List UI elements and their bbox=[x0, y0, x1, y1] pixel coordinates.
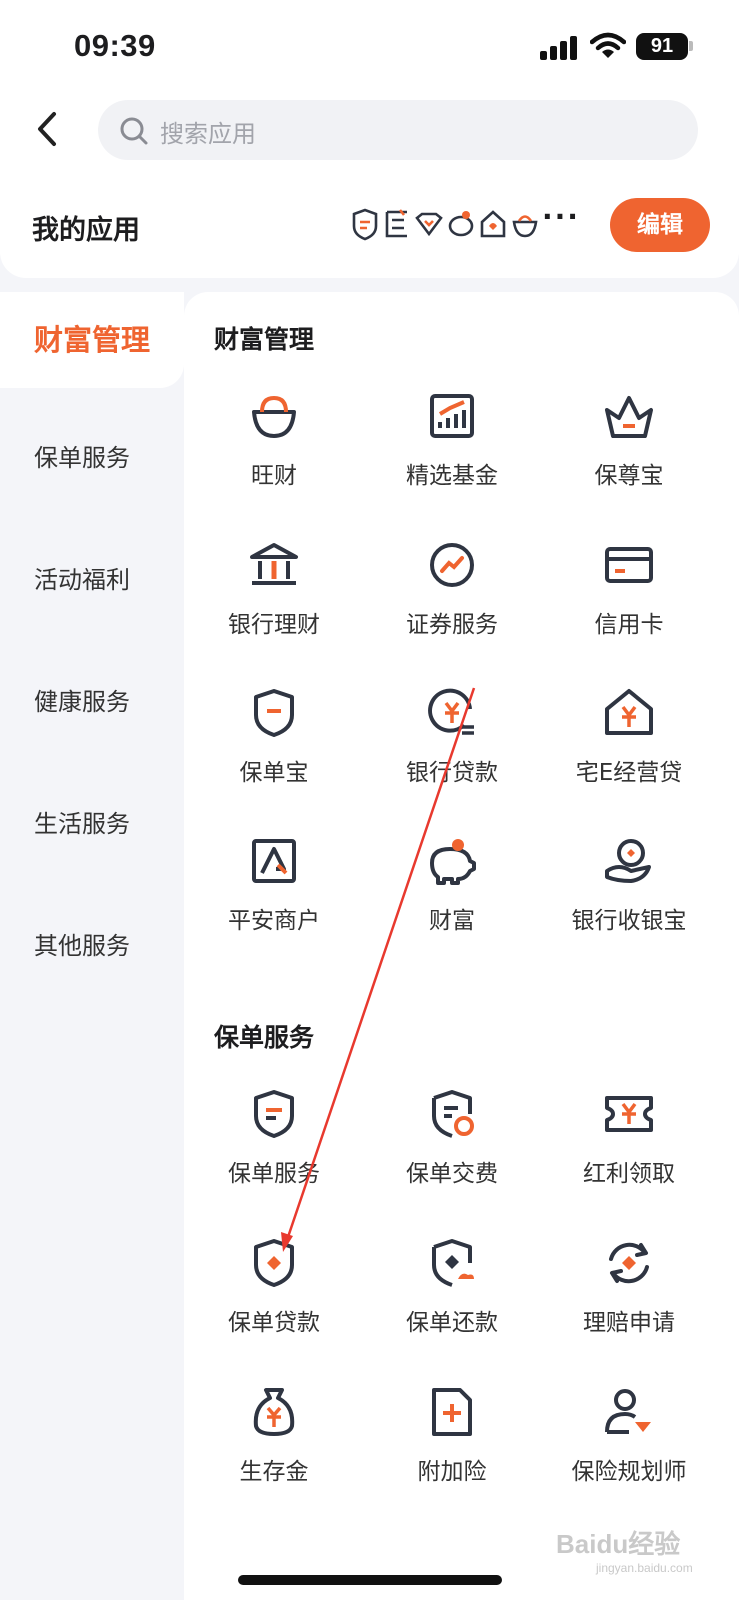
app-survival-benefit[interactable]: 生存金 bbox=[184, 1384, 364, 1514]
app-baozunbao[interactable]: 保尊宝 bbox=[539, 388, 719, 518]
app-rider-insurance[interactable]: 附加险 bbox=[362, 1384, 542, 1514]
app-securities[interactable]: 证券服务 bbox=[362, 537, 542, 667]
cashier-icon bbox=[605, 839, 651, 883]
merchant-icon bbox=[252, 839, 296, 883]
watermark-domain: jingyan.baidu.com bbox=[596, 1561, 693, 1575]
shield-icon bbox=[254, 689, 294, 737]
policy-shield-icon bbox=[254, 1090, 294, 1138]
house-yuan-icon bbox=[605, 689, 653, 735]
back-button[interactable] bbox=[26, 104, 70, 154]
crown-icon bbox=[605, 396, 653, 438]
mini-heart-icon bbox=[415, 212, 443, 237]
app-label: 保单宝 bbox=[239, 760, 309, 786]
app-label: 财富 bbox=[429, 908, 475, 934]
section-title-policy: 保单服务 bbox=[214, 1023, 315, 1052]
battery-cap bbox=[689, 41, 693, 51]
app-policy-service[interactable]: 保单服务 bbox=[184, 1086, 364, 1216]
app-label: 附加险 bbox=[417, 1459, 487, 1485]
header: 搜索应用 bbox=[0, 92, 739, 174]
app-label: 证券服务 bbox=[406, 612, 498, 638]
sidebar-item-wealth[interactable]: 财富管理 bbox=[0, 292, 184, 388]
piggy-bank-icon bbox=[430, 839, 476, 885]
sidebar-item-benefits[interactable]: 活动福利 bbox=[0, 532, 184, 628]
app-policy-repayment[interactable]: 保单还款 bbox=[362, 1235, 542, 1365]
policy-pay-icon bbox=[432, 1090, 474, 1138]
search-placeholder: 搜索应用 bbox=[160, 120, 256, 148]
mini-house-icon bbox=[480, 210, 506, 238]
app-label: 保单还款 bbox=[406, 1310, 498, 1336]
policy-loan-icon bbox=[254, 1239, 294, 1287]
app-grid-panel: 财富管理 旺财 精选基金 保尊宝 银行理财 证券服务 信用卡 保单宝 银行贷款 … bbox=[184, 292, 739, 1600]
mini-policy-icon bbox=[352, 208, 378, 241]
app-label: 红利领取 bbox=[583, 1161, 675, 1187]
search-input[interactable]: 搜索应用 bbox=[98, 100, 698, 160]
app-bank-loan[interactable]: 银行贷款 bbox=[362, 685, 542, 815]
app-label: 宅E经营贷 bbox=[575, 760, 683, 786]
add-document-icon bbox=[432, 1388, 472, 1436]
my-apps-bar: 我的应用 ··· 编辑 bbox=[0, 174, 739, 278]
loan-coin-icon bbox=[428, 688, 474, 735]
app-pingan-merchant[interactable]: 平安商户 bbox=[184, 833, 364, 963]
app-wealth[interactable]: 财富 bbox=[362, 833, 542, 963]
app-house-business-loan[interactable]: 宅E经营贷 bbox=[539, 685, 719, 815]
app-policy-loan[interactable]: 保单贷款 bbox=[184, 1235, 364, 1365]
battery-icon: 91 bbox=[636, 33, 688, 60]
app-bank-cashier[interactable]: 银行收银宝 bbox=[539, 833, 719, 963]
bank-icon bbox=[250, 543, 298, 585]
app-credit-card[interactable]: 信用卡 bbox=[539, 537, 719, 667]
app-label: 保尊宝 bbox=[594, 463, 664, 489]
app-label: 保险规划师 bbox=[571, 1459, 687, 1485]
gold-ingot-icon bbox=[252, 395, 296, 438]
app-label: 保单交费 bbox=[406, 1161, 498, 1187]
app-wangcai[interactable]: 旺财 bbox=[184, 388, 364, 518]
sidebar-item-life[interactable]: 生活服务 bbox=[0, 776, 184, 872]
sidebar-item-other[interactable]: 其他服务 bbox=[0, 898, 184, 994]
status-bar: 09:39 91 bbox=[0, 0, 739, 92]
app-label: 银行理财 bbox=[228, 612, 320, 638]
sidebar-item-policy[interactable]: 保单服务 bbox=[0, 410, 184, 506]
mini-doc-icon bbox=[385, 209, 407, 238]
app-label: 旺财 bbox=[251, 463, 297, 489]
app-claim-application[interactable]: 理赔申请 bbox=[539, 1235, 719, 1365]
mini-ingot-icon bbox=[512, 215, 538, 238]
credit-card-icon bbox=[605, 547, 653, 583]
signal-icon bbox=[540, 36, 578, 60]
claim-cycle-icon bbox=[609, 1242, 649, 1284]
app-bank-wealth[interactable]: 银行理财 bbox=[184, 537, 364, 667]
planner-icon bbox=[605, 1389, 651, 1434]
app-dividend-claim[interactable]: 红利领取 bbox=[539, 1086, 719, 1216]
app-selected-funds[interactable]: 精选基金 bbox=[362, 388, 542, 518]
sidebar-item-health[interactable]: 健康服务 bbox=[0, 654, 184, 750]
wifi-icon bbox=[590, 32, 626, 58]
watermark-brand: Baidu经验 bbox=[556, 1529, 681, 1559]
my-apps-title: 我的应用 bbox=[32, 215, 140, 246]
app-policy-bao[interactable]: 保单宝 bbox=[184, 685, 364, 815]
more-apps-indicator[interactable]: ··· bbox=[542, 200, 580, 233]
app-insurance-planner[interactable]: 保险规划师 bbox=[539, 1384, 719, 1514]
app-label: 理赔申请 bbox=[583, 1310, 675, 1336]
home-indicator[interactable] bbox=[238, 1575, 502, 1585]
app-label: 银行收银宝 bbox=[571, 908, 687, 934]
app-label: 平安商户 bbox=[228, 908, 320, 934]
app-policy-payment[interactable]: 保单交费 bbox=[362, 1086, 542, 1216]
baidu-watermark: Baidu经验 jingyan.baidu.com bbox=[556, 1524, 693, 1575]
app-label: 生存金 bbox=[239, 1459, 309, 1485]
money-bag-icon bbox=[253, 1388, 295, 1436]
app-label: 信用卡 bbox=[594, 612, 664, 638]
app-label: 银行贷款 bbox=[406, 760, 498, 786]
trend-icon bbox=[430, 543, 474, 587]
app-label: 保单服务 bbox=[228, 1161, 320, 1187]
category-sidebar: 财富管理 保单服务 活动福利 健康服务 生活服务 其他服务 bbox=[0, 292, 184, 1600]
policy-repay-icon bbox=[432, 1239, 474, 1287]
edit-button[interactable]: 编辑 bbox=[610, 198, 710, 252]
app-label: 保单贷款 bbox=[228, 1310, 320, 1336]
section-title-wealth: 财富管理 bbox=[214, 325, 315, 354]
fund-chart-icon bbox=[430, 394, 474, 438]
search-icon bbox=[120, 117, 148, 145]
dividend-ticket-icon bbox=[605, 1096, 653, 1132]
status-time: 09:39 bbox=[74, 28, 156, 63]
app-label: 精选基金 bbox=[406, 463, 498, 489]
my-apps-icon-strip[interactable] bbox=[350, 206, 540, 246]
mini-piggy-icon bbox=[448, 211, 474, 237]
